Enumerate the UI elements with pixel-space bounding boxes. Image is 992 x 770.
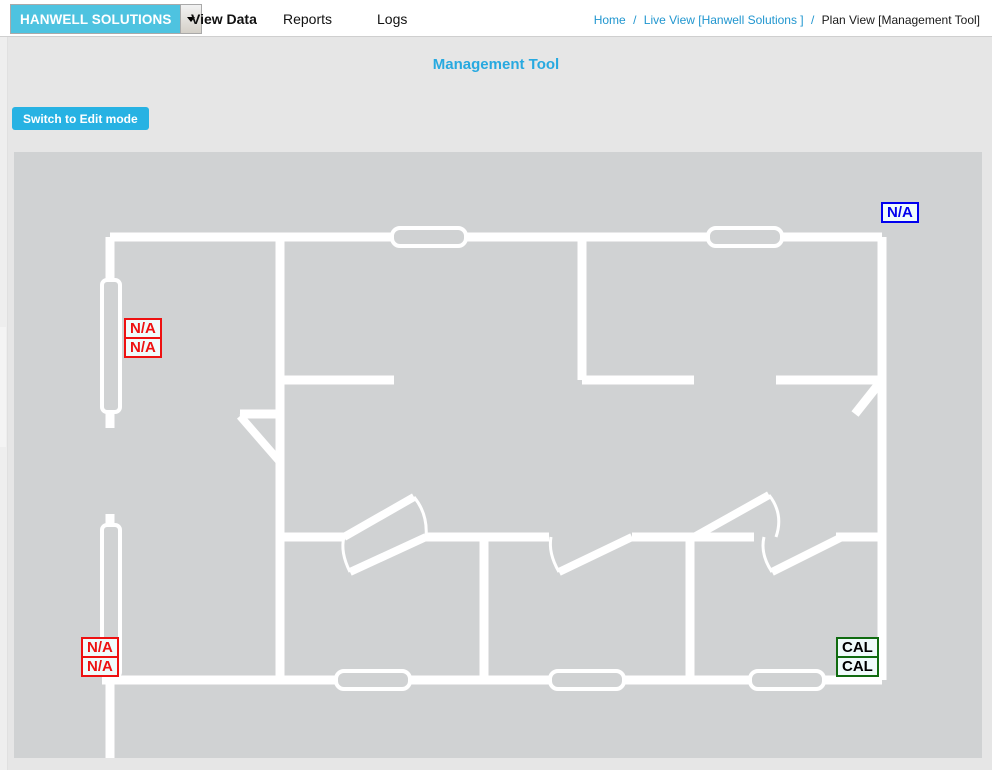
nav-tab-logs[interactable]: Logs xyxy=(377,11,407,27)
top-navigation-bar: HANWELL SOLUTIONS View Data Reports Logs… xyxy=(0,0,992,37)
nav-tab-reports[interactable]: Reports xyxy=(283,11,332,27)
floor-plan-canvas[interactable]: N/A N/A N/A N/A N/A CAL CAL xyxy=(14,152,982,758)
sensor-value: N/A xyxy=(83,656,117,675)
door-leaf-lower-right xyxy=(770,533,844,576)
window-bottom-right xyxy=(748,669,826,691)
sensor-badge-upper-right[interactable]: N/A xyxy=(881,202,919,223)
door-arc-lower-right xyxy=(761,536,774,573)
sensor-value: N/A xyxy=(887,204,913,221)
window-bottom-mid xyxy=(548,669,626,691)
pilaster-group xyxy=(100,278,122,679)
sensor-badge-lower-right[interactable]: CAL CAL xyxy=(836,637,879,677)
sensor-value: CAL xyxy=(842,639,873,656)
breadcrumb: Home / Live View [Hanwell Solutions ] / … xyxy=(594,13,980,27)
sensor-value: CAL xyxy=(838,656,877,675)
sensor-badge-lower-left[interactable]: N/A N/A xyxy=(81,637,119,677)
breadcrumb-current-page: Plan View [Management Tool] xyxy=(821,13,980,27)
page-title: Management Tool xyxy=(432,56,560,73)
switch-to-edit-mode-button[interactable]: Switch to Edit mode xyxy=(12,107,149,130)
window-top-right xyxy=(706,226,784,248)
breadcrumb-live-view[interactable]: Live View [Hanwell Solutions ] xyxy=(644,13,804,27)
sensor-value: N/A xyxy=(130,320,156,337)
left-rail-drag-handle[interactable] xyxy=(0,327,6,447)
pilaster-upper-left xyxy=(100,278,122,414)
sensor-badge-upper-left[interactable]: N/A N/A xyxy=(124,318,162,358)
door-arc-lower-mid xyxy=(548,536,561,573)
nav-tab-view-data[interactable]: View Data xyxy=(191,11,257,27)
door-leaf-upper-left xyxy=(342,493,416,541)
door-leaf-lower-left xyxy=(348,533,428,576)
window-group-bottom xyxy=(334,669,826,691)
brand-dropdown[interactable]: HANWELL SOLUTIONS xyxy=(10,4,203,34)
door-leaf-left-angled xyxy=(236,413,284,465)
breadcrumb-separator-2: / xyxy=(810,13,815,27)
brand-label: HANWELL SOLUTIONS xyxy=(11,5,181,33)
sensor-value: N/A xyxy=(87,639,113,656)
door-arc-lower-left xyxy=(341,536,352,573)
breadcrumb-separator-1: / xyxy=(633,13,637,27)
sensor-value: N/A xyxy=(126,337,160,356)
door-arc-upper-right xyxy=(767,494,781,538)
window-bottom-left xyxy=(334,669,412,691)
door-group xyxy=(236,410,844,576)
window-top-left xyxy=(390,226,468,248)
door-leaf-upper-right xyxy=(692,491,771,541)
door-arc-upper-left xyxy=(412,496,428,538)
breadcrumb-home[interactable]: Home xyxy=(594,13,626,27)
door-leaf-lower-mid xyxy=(557,533,634,576)
left-rail xyxy=(0,37,8,770)
